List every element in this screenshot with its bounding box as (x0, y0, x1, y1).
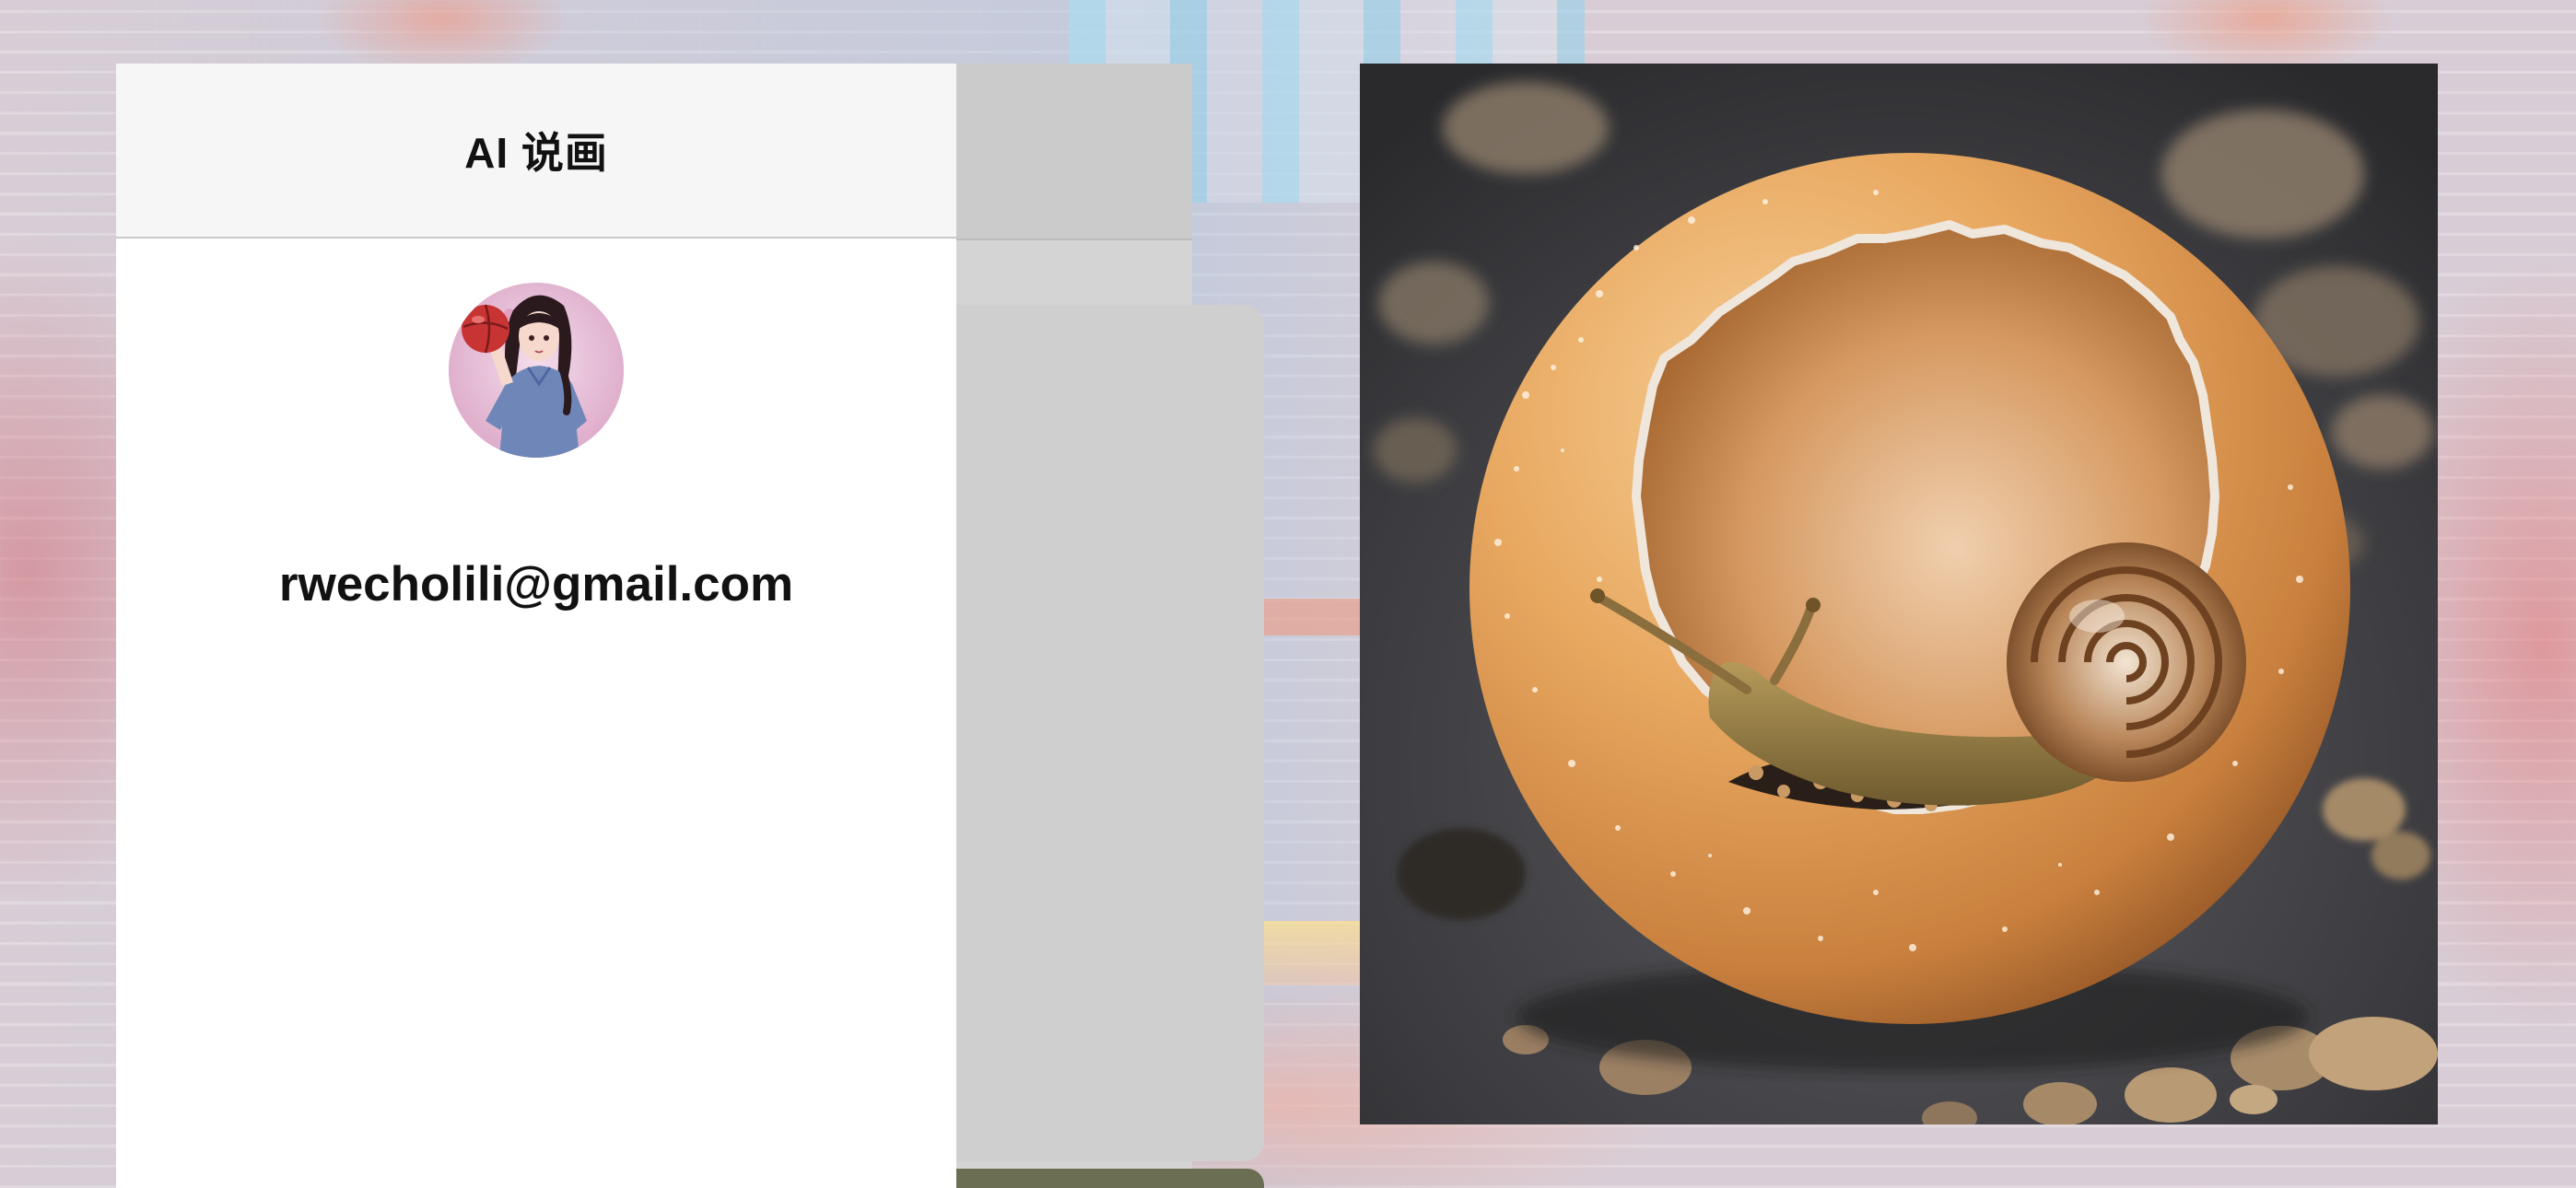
side-drawer: AI 说画 rwecholili@gmail.com (116, 64, 956, 1188)
generated-image[interactable] (1360, 64, 2438, 1124)
drawer-title: AI 说画 (464, 129, 608, 177)
background-content-card (927, 305, 1264, 1161)
drawer-header: AI 说画 (116, 64, 956, 239)
snail-in-eggshell-image (1360, 64, 2438, 1124)
user-avatar[interactable] (449, 283, 624, 458)
user-email: rwecholili@gmail.com (278, 557, 794, 611)
background-thumbnail (927, 1169, 1264, 1188)
background-decoration (1253, 599, 1364, 635)
user-avatar-icon (449, 283, 624, 458)
